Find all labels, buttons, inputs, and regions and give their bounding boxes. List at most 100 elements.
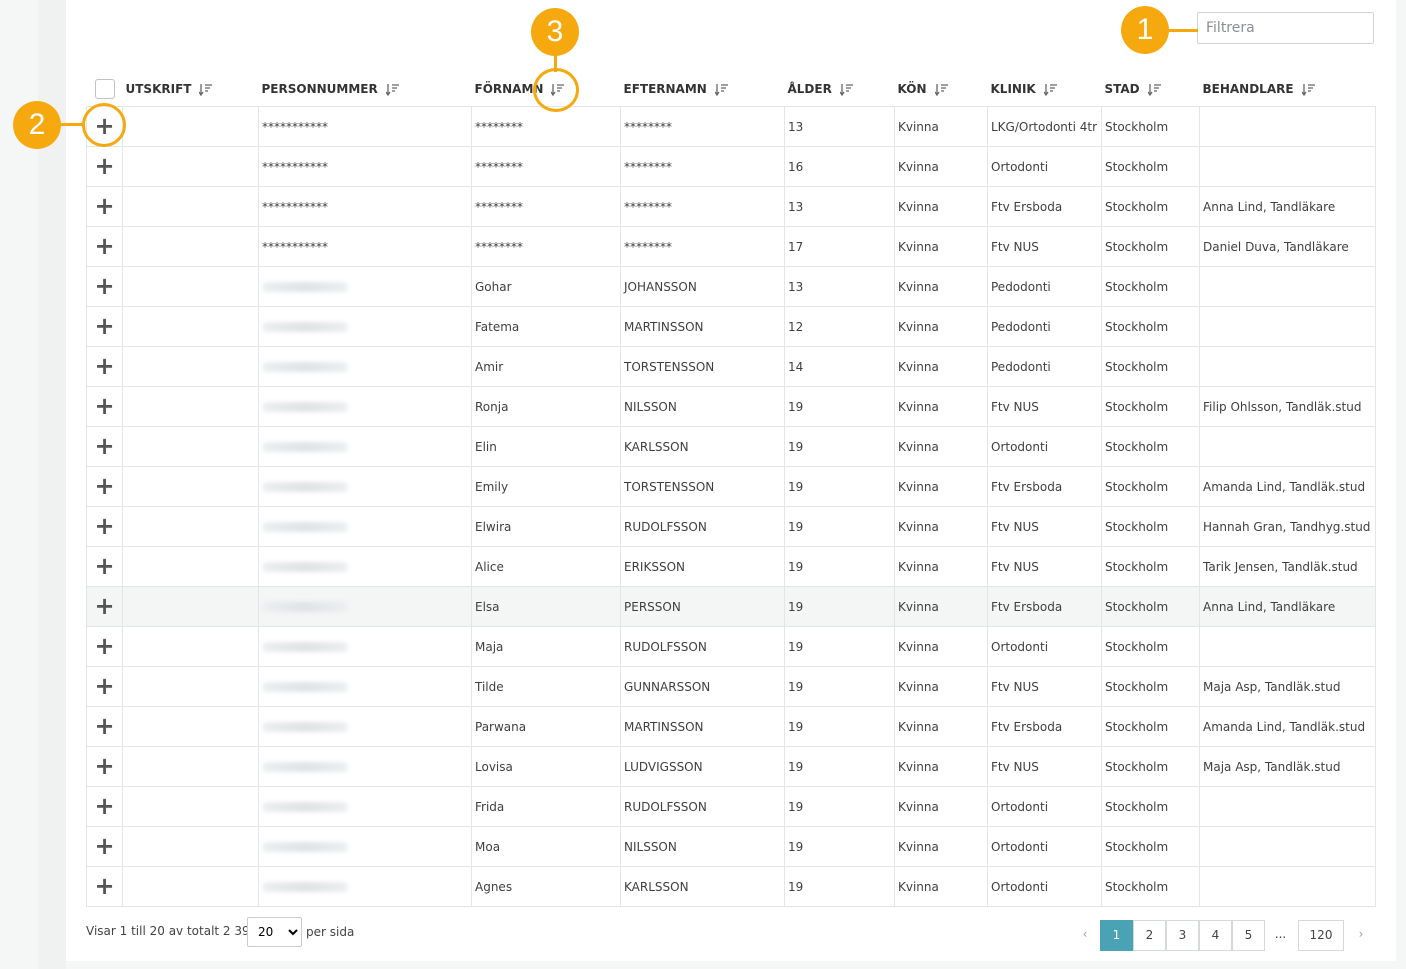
- table-row[interactable]: + Fatema MARTINSSON 12 Kvinna Pedodonti Stockh…: [86, 306, 1376, 347]
- table-row[interactable]: + Parwana MARTINSSON 19 Kvinna Ftv Ersboda Sto…: [86, 706, 1376, 747]
- column-header-utskrift[interactable]: UTSKRIFT: [122, 72, 259, 107]
- behandlare-cell: Filip Ohlsson, Tandläk.stud: [1199, 386, 1376, 427]
- table-row[interactable]: + Agnes KARLSSON 19 Kvinna Ortodonti Stockholm: [86, 866, 1376, 907]
- table-row[interactable]: + Moa NILSSON 19 Kvinna Ortodonti Stockholm: [86, 826, 1376, 867]
- fornamn-cell: Alice: [471, 546, 621, 587]
- expand-plus-icon[interactable]: +: [94, 714, 114, 738]
- table-row[interactable]: + Elin KARLSSON 19 Kvinna Ortodonti Stockholm: [86, 426, 1376, 467]
- pagination-page-2[interactable]: 2: [1133, 920, 1166, 951]
- expand-plus-icon[interactable]: +: [94, 314, 114, 338]
- per-page-label: per sida: [306, 925, 355, 939]
- behandlare-cell: Amanda Lind, Tandläk.stud: [1199, 706, 1376, 747]
- filter-input[interactable]: [1197, 12, 1374, 44]
- behandlare-cell: Amanda Lind, Tandläk.stud: [1199, 466, 1376, 507]
- kon-cell: Kvinna: [894, 866, 988, 907]
- sort-icon[interactable]: [1147, 83, 1161, 96]
- alder-cell: 19: [784, 426, 895, 467]
- pagination-next-button[interactable]: ›: [1351, 920, 1371, 949]
- table-row[interactable]: + Gohar JOHANSSON 13 Kvinna Pedodonti Stockhol…: [86, 266, 1376, 307]
- pagination-page-last[interactable]: 120: [1298, 920, 1344, 951]
- expand-plus-icon[interactable]: +: [94, 474, 114, 498]
- expand-plus-icon[interactable]: +: [94, 794, 114, 818]
- column-header-efternamn[interactable]: EFTERNAMN: [620, 72, 785, 107]
- fornamn-cell: Agnes: [471, 866, 621, 907]
- klinik-cell: Ftv NUS: [987, 546, 1102, 587]
- table-row[interactable]: + *********** ******** ******** 16 Kvinna Orto…: [86, 146, 1376, 187]
- expand-plus-icon[interactable]: +: [94, 554, 114, 578]
- expand-plus-icon[interactable]: +: [94, 154, 114, 178]
- klinik-cell: Pedodonti: [987, 266, 1102, 307]
- column-header-alder[interactable]: ÅLDER: [784, 72, 895, 107]
- pagination-page-1[interactable]: 1: [1100, 920, 1133, 951]
- expand-plus-icon[interactable]: +: [94, 354, 114, 378]
- table-row[interactable]: + Ronja NILSSON 19 Kvinna Ftv NUS Stockholm Fil…: [86, 386, 1376, 427]
- efternamn-cell: GUNNARSSON: [620, 666, 785, 707]
- sort-icon[interactable]: [385, 83, 399, 96]
- column-header-klinik[interactable]: KLINIK: [987, 72, 1102, 107]
- table-row[interactable]: + Tilde GUNNARSSON 19 Kvinna Ftv NUS Stockholm…: [86, 666, 1376, 707]
- column-header-behandlare[interactable]: BEHANDLARE: [1199, 72, 1376, 107]
- table-row[interactable]: + *********** ******** ******** 13 Kvinna Ftv …: [86, 186, 1376, 227]
- efternamn-cell: ********: [620, 106, 785, 147]
- stad-cell: Stockholm: [1101, 186, 1200, 227]
- sort-icon[interactable]: [1301, 83, 1315, 96]
- alder-cell: 13: [784, 186, 895, 227]
- alder-cell: 12: [784, 306, 895, 347]
- per-page-select[interactable]: 20: [247, 917, 302, 947]
- expand-plus-icon[interactable]: +: [94, 634, 114, 658]
- stad-cell: Stockholm: [1101, 826, 1200, 867]
- sort-icon[interactable]: [934, 83, 948, 96]
- sort-icon[interactable]: [714, 83, 728, 96]
- stad-cell: Stockholm: [1101, 626, 1200, 667]
- table-row[interactable]: + Emily TORSTENSSON 19 Kvinna Ftv Ersboda Stoc…: [86, 466, 1376, 507]
- expand-plus-icon[interactable]: +: [94, 874, 114, 898]
- pagination-prev-button[interactable]: ‹: [1075, 920, 1095, 949]
- personnummer-cell: [258, 746, 472, 787]
- expand-plus-icon[interactable]: +: [94, 594, 114, 618]
- expand-cell: +: [86, 266, 123, 307]
- table-row[interactable]: + Alice ERIKSSON 19 Kvinna Ftv NUS Stockholm Ta…: [86, 546, 1376, 587]
- table-row[interactable]: + Maja RUDOLFSSON 19 Kvinna Ortodonti Stockhol…: [86, 626, 1376, 667]
- table-row[interactable]: + *********** ******** ******** 17 Kvinna Ftv …: [86, 226, 1376, 267]
- expand-plus-icon[interactable]: +: [94, 194, 114, 218]
- utskrift-cell: [122, 426, 259, 467]
- stad-cell: Stockholm: [1101, 786, 1200, 827]
- expand-plus-icon[interactable]: +: [94, 274, 114, 298]
- sort-icon[interactable]: [199, 83, 213, 96]
- fornamn-cell: Amir: [471, 346, 621, 387]
- expand-plus-icon[interactable]: +: [94, 674, 114, 698]
- kon-cell: Kvinna: [894, 346, 988, 387]
- column-header-stad[interactable]: STAD: [1101, 72, 1200, 107]
- pagination-page-5[interactable]: 5: [1232, 920, 1265, 951]
- expand-cell: +: [86, 706, 123, 747]
- table-row[interactable]: + Elsa PERSSON 19 Kvinna Ftv Ersboda Stockholm…: [86, 586, 1376, 627]
- sort-icon[interactable]: [1043, 83, 1057, 96]
- behandlare-cell: Tarik Jensen, Tandläk.stud: [1199, 546, 1376, 587]
- klinik-cell: Ftv Ersboda: [987, 586, 1102, 627]
- personnummer-cell: [258, 666, 472, 707]
- expand-plus-icon[interactable]: +: [94, 234, 114, 258]
- expand-plus-icon[interactable]: +: [94, 514, 114, 538]
- column-header-kon[interactable]: KÖN: [894, 72, 988, 107]
- expand-plus-icon[interactable]: +: [94, 834, 114, 858]
- pagination-page-4[interactable]: 4: [1199, 920, 1232, 951]
- pagination-page-3[interactable]: 3: [1166, 920, 1199, 951]
- expand-plus-icon[interactable]: +: [94, 394, 114, 418]
- sort-icon[interactable]: [839, 83, 853, 96]
- expand-plus-icon[interactable]: +: [94, 434, 114, 458]
- klinik-cell: Ftv NUS: [987, 226, 1102, 267]
- expand-cell: +: [86, 506, 123, 547]
- table-row[interactable]: + Amir TORSTENSSON 14 Kvinna Pedodonti Stockho…: [86, 346, 1376, 387]
- expand-plus-icon[interactable]: +: [94, 754, 114, 778]
- select-all-checkbox[interactable]: [94, 79, 115, 99]
- alder-cell: 19: [784, 666, 895, 707]
- table-row[interactable]: + Lovisa LUDVIGSSON 19 Kvinna Ftv NUS Stockhol…: [86, 746, 1376, 787]
- table-row[interactable]: + Frida RUDOLFSSON 19 Kvinna Ortodonti Stockho…: [86, 786, 1376, 827]
- table-row[interactable]: + *********** ******** ******** 13 Kvinna LKG/…: [86, 106, 1376, 147]
- utskrift-cell: [122, 306, 259, 347]
- table-header-row: UTSKRIFT PERSONNUMMER FÖRNAMN EFTERNAMN …: [86, 72, 1376, 107]
- behandlare-cell: [1199, 426, 1376, 467]
- stad-cell: Stockholm: [1101, 346, 1200, 387]
- table-row[interactable]: + Elwira RUDOLFSSON 19 Kvinna Ftv NUS Stockhol…: [86, 506, 1376, 547]
- column-header-personnummer[interactable]: PERSONNUMMER: [258, 72, 472, 107]
